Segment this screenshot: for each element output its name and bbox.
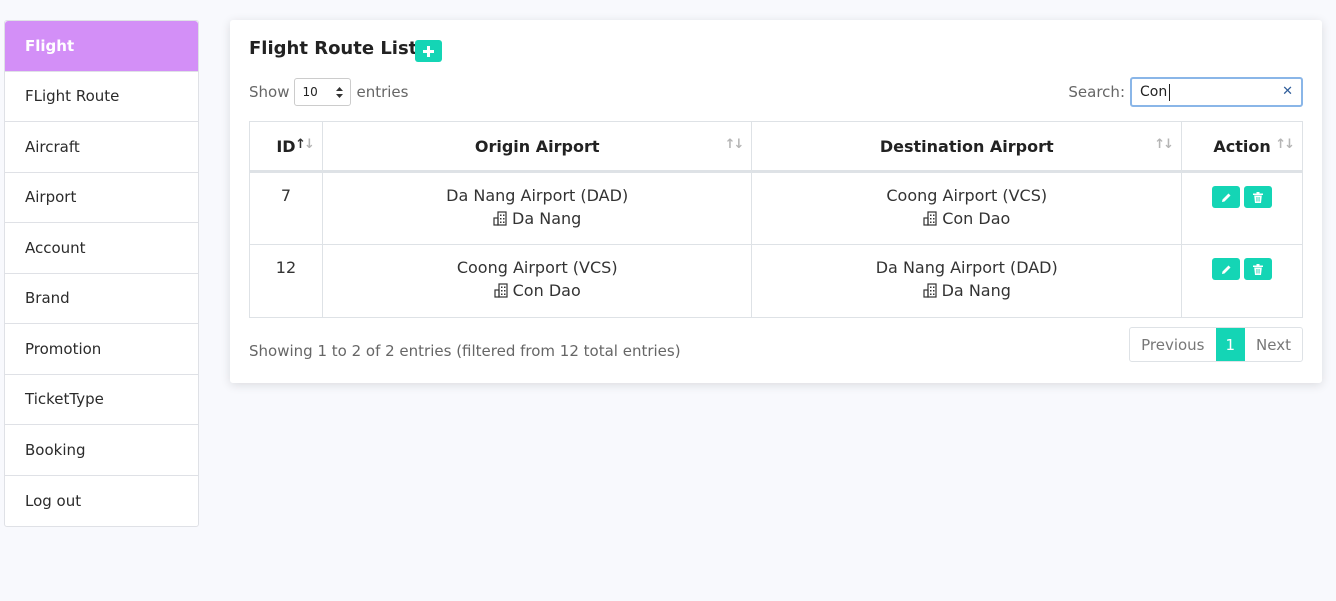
cell-id: 12 (249, 244, 323, 318)
plus-icon (423, 45, 434, 57)
origin-city: Con Dao (494, 281, 581, 300)
destination-city-label: Con Dao (942, 209, 1011, 228)
cell-actions (1181, 244, 1303, 318)
column-header-destination[interactable]: Destination Airport ↑↓ (751, 121, 1183, 173)
building-icon (923, 211, 937, 226)
previous-page-button[interactable]: Previous (1130, 328, 1215, 361)
search-control: Search: Con ✕ (1068, 77, 1303, 107)
sidebar-item-promotion[interactable]: Promotion (5, 324, 198, 375)
delete-button[interactable] (1244, 258, 1273, 280)
sort-icon: ↑↓ (1154, 137, 1174, 152)
cell-origin: Coong Airport (VCS) Con Dao (321, 244, 753, 318)
sort-asc-icon: ↑↓ (295, 137, 315, 152)
destination-airport-name: Coong Airport (VCS) (886, 186, 1048, 205)
column-header-label: ID (276, 136, 296, 156)
pagination: Previous 1 Next (1129, 327, 1303, 362)
column-header-label: Destination Airport (879, 136, 1054, 156)
search-input[interactable]: Con ✕ (1130, 77, 1303, 107)
pencil-icon (1221, 265, 1231, 274)
delete-button[interactable] (1244, 186, 1273, 208)
cell-destination: Da Nang Airport (DAD) Da Nang (751, 244, 1183, 318)
sidebar-item-flight-route[interactable]: FLight Route (5, 72, 198, 122)
pencil-icon (1221, 193, 1231, 202)
sidebar-item-booking[interactable]: Booking (5, 425, 198, 476)
destination-city: Con Dao (923, 209, 1010, 228)
cell-destination: Coong Airport (VCS) Con Dao (751, 171, 1183, 245)
sidebar-item-aircraft[interactable]: Aircraft (5, 122, 198, 173)
destination-airport-name: Da Nang Airport (DAD) (875, 258, 1058, 277)
sidebar-item-tickettype[interactable]: TicketType (5, 375, 198, 425)
flight-route-card: Flight Route List Show 10 entries Search… (230, 20, 1322, 383)
origin-city-label: Da Nang (512, 209, 582, 228)
edit-button[interactable] (1212, 186, 1241, 208)
routes-table: ID ↑↓ Origin Airport ↑↓ Destination Airp… (249, 121, 1303, 318)
destination-city-label: Da Nang (941, 281, 1011, 300)
sidebar-item-airport[interactable]: Airport (5, 173, 198, 223)
origin-city: Da Nang (493, 209, 581, 228)
sidebar-item-logout[interactable]: Log out (5, 476, 198, 527)
cell-id: 7 (249, 171, 323, 245)
building-icon (923, 283, 937, 298)
sort-select-icon (336, 86, 344, 98)
column-header-id[interactable]: ID ↑↓ (249, 121, 323, 173)
text-caret (1169, 83, 1171, 101)
sort-icon: ↑↓ (724, 137, 745, 152)
trash-icon (1253, 191, 1264, 203)
origin-city-label: Con Dao (512, 281, 581, 300)
table-info: Showing 1 to 2 of 2 entries (filtered fr… (249, 342, 681, 360)
table-row: 12 Coong Airport (VCS) Con Dao Da Nang A… (249, 244, 1303, 318)
clear-search-icon[interactable]: ✕ (1282, 84, 1293, 99)
entries-select-value: 10 (302, 85, 318, 99)
page-title: Flight Route List (249, 38, 418, 59)
entries-select[interactable]: 10 (294, 78, 352, 106)
sidebar-item-account[interactable]: Account (5, 223, 198, 274)
sidebar-item-brand[interactable]: Brand (5, 274, 198, 324)
sidebar: Flight FLight Route Aircraft Airport Acc… (4, 20, 199, 527)
entries-label: entries (356, 83, 409, 101)
add-route-button[interactable] (415, 40, 442, 62)
column-header-action[interactable]: Action ↑↓ (1181, 121, 1303, 173)
origin-airport-name: Coong Airport (VCS) (456, 258, 618, 277)
edit-button[interactable] (1212, 258, 1241, 280)
column-header-origin[interactable]: Origin Airport ↑↓ (321, 121, 753, 173)
sort-icon: ↑↓ (1275, 137, 1295, 152)
cell-actions (1181, 171, 1303, 245)
sidebar-item-flight[interactable]: Flight (5, 21, 198, 72)
table-row: 7 Da Nang Airport (DAD) Da Nang Coong Ai… (249, 171, 1303, 245)
cell-origin: Da Nang Airport (DAD) Da Nang (321, 171, 753, 245)
search-input-value: Con (1140, 84, 1168, 100)
next-page-button[interactable]: Next (1245, 328, 1302, 361)
destination-city: Da Nang (923, 281, 1011, 300)
column-header-label: Origin Airport (474, 136, 600, 156)
trash-icon (1253, 263, 1264, 275)
length-control: Show 10 entries (249, 78, 408, 106)
show-label: Show (249, 83, 290, 101)
search-label: Search: (1068, 83, 1125, 101)
building-icon (493, 211, 507, 226)
building-icon (494, 283, 508, 298)
origin-airport-name: Da Nang Airport (DAD) (446, 186, 629, 205)
page-button-1[interactable]: 1 (1215, 328, 1246, 361)
column-header-label: Action (1213, 136, 1271, 156)
